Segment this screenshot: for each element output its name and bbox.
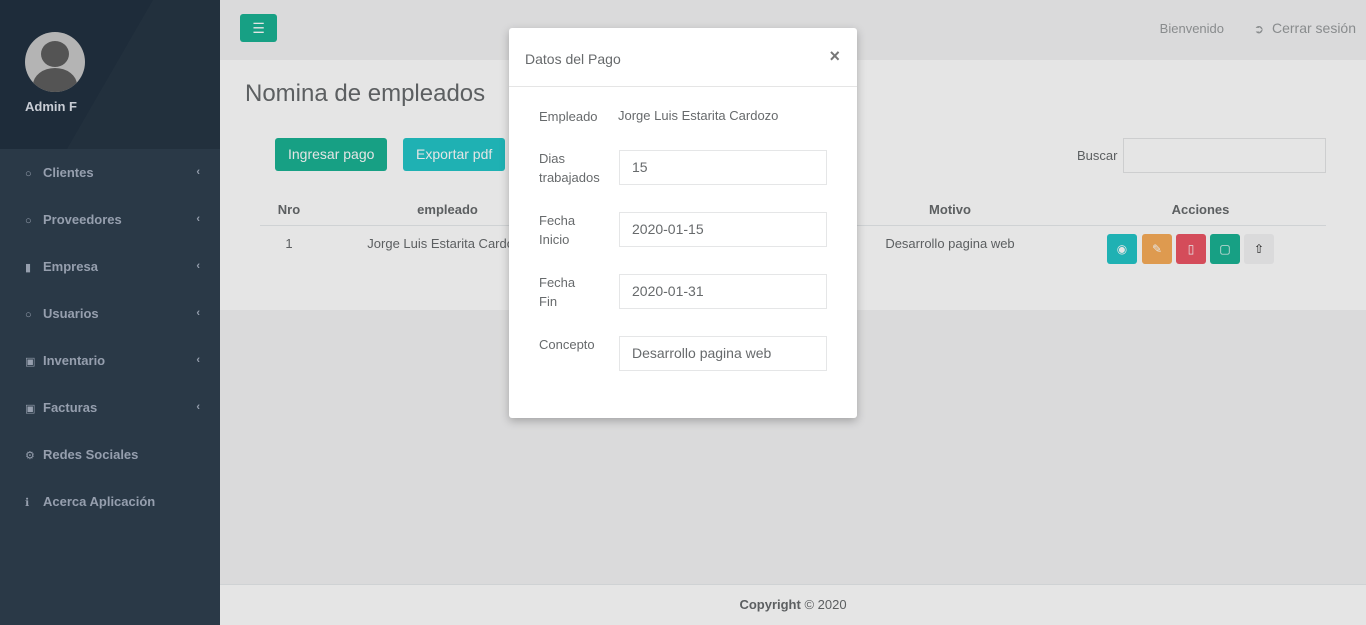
fecha-fin-label: Fecha Fin [539, 275, 576, 309]
dias-trabajados-field[interactable]: 15 [619, 150, 827, 185]
payment-modal: Datos del Pago × Empleado Jorge Luis Est… [509, 28, 857, 418]
modal-title: Datos del Pago [525, 51, 621, 67]
modal-header: Datos del Pago × [509, 28, 857, 87]
empleado-value: Jorge Luis Estarita Cardozo [618, 108, 779, 123]
empleado-label: Empleado [539, 109, 598, 124]
dias-trabajados-label: Dias trabajados [539, 151, 600, 185]
concepto-label: Concepto [539, 337, 595, 352]
fecha-inicio-field[interactable]: 2020-01-15 [619, 212, 827, 247]
fecha-fin-field[interactable]: 2020-01-31 [619, 274, 827, 309]
close-icon[interactable]: × [829, 46, 840, 67]
fecha-inicio-label: Fecha Inicio [539, 213, 576, 247]
concepto-field[interactable]: Desarrollo pagina web [619, 336, 827, 371]
